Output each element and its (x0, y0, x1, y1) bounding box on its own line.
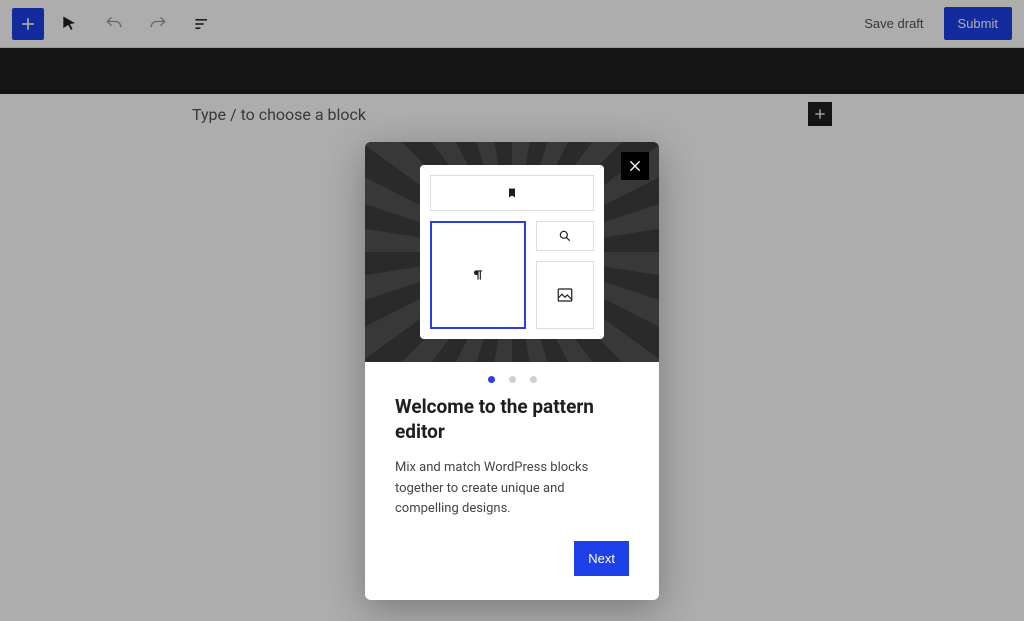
illustration-row (430, 221, 594, 329)
modal-illustration (365, 142, 659, 362)
modal-title: Welcome to the pattern editor (395, 395, 629, 444)
illustration-right-col (536, 221, 594, 329)
illustration-paragraph-block (430, 221, 526, 329)
page-dot-1[interactable] (488, 376, 495, 383)
paragraph-icon (471, 267, 485, 283)
welcome-modal: Welcome to the pattern editor Mix and ma… (365, 142, 659, 600)
page-indicator (365, 362, 659, 385)
close-icon (627, 158, 643, 174)
next-button[interactable]: Next (574, 541, 629, 576)
image-icon (556, 286, 574, 304)
page-dot-3[interactable] (530, 376, 537, 383)
bookmark-icon (506, 186, 518, 200)
modal-description: Mix and match WordPress blocks together … (395, 458, 629, 518)
search-icon (558, 229, 572, 243)
page-dot-2[interactable] (509, 376, 516, 383)
illustration-search-block (536, 221, 594, 251)
modal-footer: Next (395, 541, 629, 576)
illustration-card (420, 165, 604, 339)
modal-body: Welcome to the pattern editor Mix and ma… (365, 385, 659, 600)
modal-overlay: Welcome to the pattern editor Mix and ma… (0, 0, 1024, 621)
illustration-header-block (430, 175, 594, 211)
illustration-image-block (536, 261, 594, 329)
close-button[interactable] (621, 152, 649, 180)
